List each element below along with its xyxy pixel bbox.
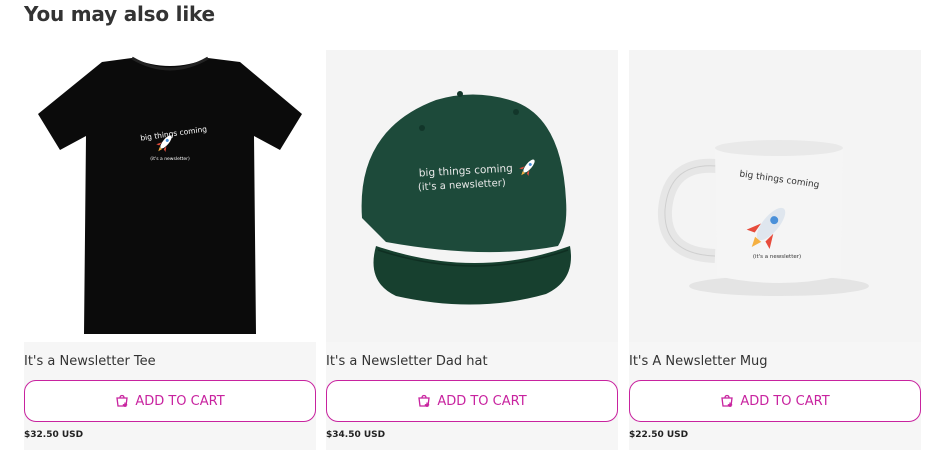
- product-price: $34.50 USD: [326, 430, 386, 440]
- product-image-dad-hat[interactable]: big things coming (it's a newsletter): [326, 50, 618, 342]
- cart-plus-icon: [720, 394, 734, 408]
- t-shirt-image: big things coming (it's a newsletter): [38, 56, 302, 334]
- section-title: You may also like: [24, 2, 215, 26]
- mug-image: big things coming (it's a newsletter): [657, 140, 869, 296]
- product-card-tee[interactable]: big things coming (it's a newsletter) It…: [24, 50, 316, 450]
- dad-hat-image: big things coming (it's a newsletter): [361, 91, 571, 305]
- add-to-cart-button[interactable]: ADD TO CART: [24, 380, 316, 422]
- cart-plus-icon: [115, 394, 129, 408]
- product-name[interactable]: It's a Newsletter Dad hat: [326, 354, 488, 369]
- product-price: $22.50 USD: [629, 430, 689, 440]
- tee-print-line2: (it's a newsletter): [150, 156, 190, 162]
- product-name[interactable]: It's A Newsletter Mug: [629, 354, 768, 369]
- mug-print-line2: (it's a newsletter): [753, 254, 801, 260]
- product-card-dad-hat[interactable]: big things coming (it's a newsletter) It…: [326, 50, 618, 450]
- add-to-cart-button[interactable]: ADD TO CART: [629, 380, 921, 422]
- add-to-cart-label: ADD TO CART: [740, 393, 830, 409]
- cart-plus-icon: [417, 394, 431, 408]
- add-to-cart-label: ADD TO CART: [437, 393, 527, 409]
- product-image-mug[interactable]: big things coming (it's a newsletter): [629, 50, 921, 342]
- product-card-mug[interactable]: big things coming (it's a newsletter) It…: [629, 50, 921, 450]
- product-image-tee[interactable]: big things coming (it's a newsletter): [24, 50, 316, 342]
- add-to-cart-label: ADD TO CART: [135, 393, 225, 409]
- product-name[interactable]: It's a Newsletter Tee: [24, 354, 156, 369]
- add-to-cart-button[interactable]: ADD TO CART: [326, 380, 618, 422]
- product-price: $32.50 USD: [24, 430, 84, 440]
